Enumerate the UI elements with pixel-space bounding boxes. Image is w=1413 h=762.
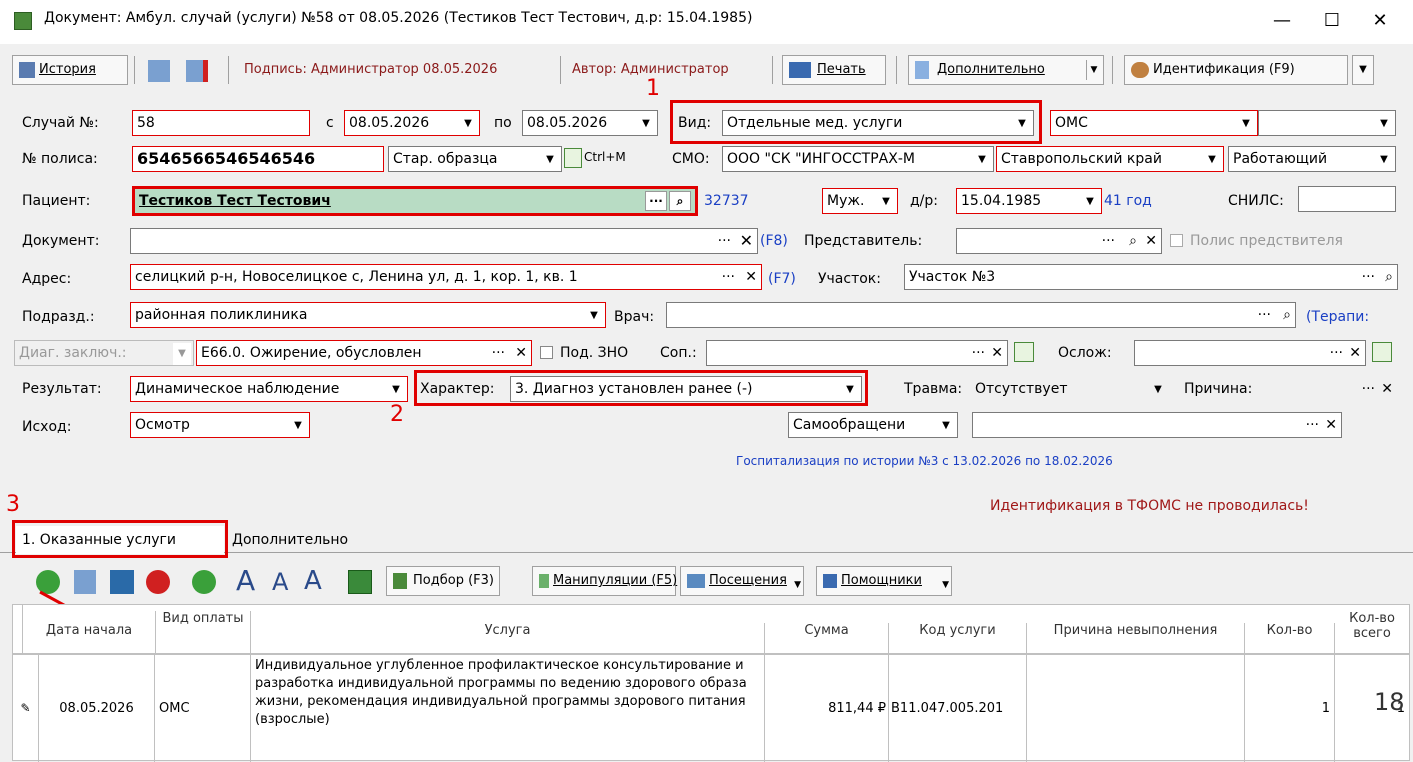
cell-code: B11.047.005.201 <box>889 655 1027 762</box>
header-service[interactable]: Услуга <box>251 623 765 653</box>
cell-quantity: 1 <box>1245 655 1335 762</box>
column-settings-icon[interactable] <box>13 605 23 653</box>
cell-service: Индивидуальное углубленное профилактичес… <box>251 655 765 762</box>
overlay-number: 18 <box>1374 688 1405 716</box>
header-start-date[interactable]: Дата начала <box>23 623 155 653</box>
header-quantity-total[interactable]: Кол-во всего <box>1335 611 1409 653</box>
header-payment-type[interactable]: Вид оплаты <box>155 611 251 653</box>
cell-start-date: 08.05.2026 <box>39 655 155 762</box>
header-quantity[interactable]: Кол-во <box>1245 623 1335 653</box>
cell-payment-type: ОМС <box>155 655 251 762</box>
table-row[interactable]: ✎ 08.05.2026 ОМС Индивидуальное углублен… <box>12 654 1410 762</box>
header-sum[interactable]: Сумма <box>765 623 889 653</box>
header-reason[interactable]: Причина невыполнения <box>1027 623 1245 653</box>
row-edit-icon: ✎ <box>13 655 39 762</box>
grid-header: Дата начала Вид оплаты Услуга Сумма Код … <box>12 604 1410 654</box>
cell-reason <box>1027 655 1245 762</box>
cell-sum: 811,44 ₽ <box>765 655 889 762</box>
header-code[interactable]: Код услуги <box>889 623 1027 653</box>
